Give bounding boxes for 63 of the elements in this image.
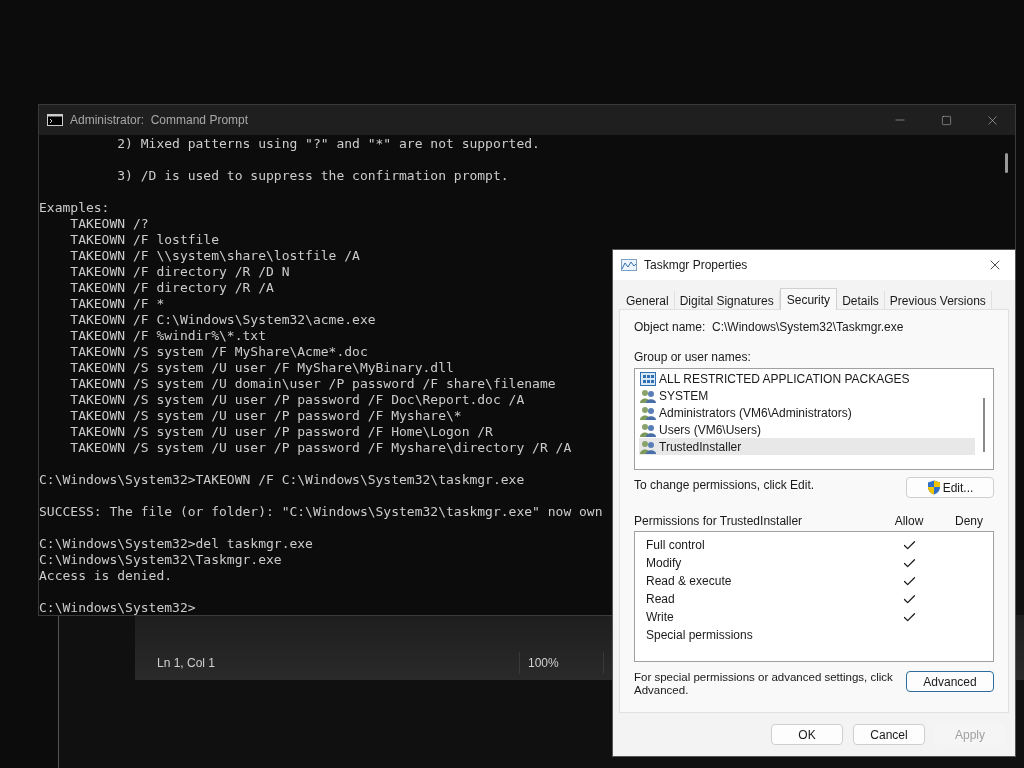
dialog-button[interactable]: OK — [771, 724, 843, 745]
dialog-title: Taskmgr Properties — [644, 257, 748, 274]
edit-button[interactable]: Edit... — [906, 477, 994, 498]
advanced-hint: For special permissions or advanced settings, click Advanced. — [634, 671, 894, 697]
console-line: TAKEOWN /S system /U domain\user /P password /F share\filename — [69, 376, 556, 392]
dialog-button[interactable]: Cancel — [853, 724, 925, 745]
user-list-item[interactable]: ALL RESTRICTED APPLICATION PACKAGES — [639, 370, 975, 387]
console-line: C:\Windows\System32>TAKEOWN /F C:\Windows\System32\taskmgr.exe — [39, 472, 525, 488]
console-line: C:\Windows\System32>del taskmgr.exe — [39, 536, 313, 552]
object-name-value: C:\Windows\System32\Taskmgr.exe — [712, 319, 904, 336]
zoom-level: 100% — [528, 655, 560, 672]
scrollbar-thumb — [1005, 153, 1008, 173]
scrollbar-thumb — [983, 398, 985, 452]
chart-icon — [621, 259, 637, 271]
console-line: TAKEOWN /S system /U user /P password /F Home\Logon /R — [69, 424, 493, 440]
console-line: C:\Windows\System32\Taskmgr.exe — [39, 552, 282, 568]
user-list-item[interactable]: Users (VM6\Users) — [639, 421, 975, 438]
permission-name: Special permissions — [646, 627, 754, 644]
console-line: C:\Windows\System32> — [39, 600, 196, 616]
permission-name: Full control — [646, 537, 706, 554]
object-name-label: Object name: — [634, 319, 707, 336]
console-line: 3) /D is used to suppress the confirmation prompt. — [116, 168, 509, 184]
console-line: TAKEOWN /F * — [69, 296, 165, 312]
console-line: TAKEOWN /? — [69, 216, 149, 232]
console-line: TAKEOWN /S system /F MyShare\Acme*.doc — [69, 344, 368, 360]
console-line: Examples: — [39, 200, 110, 216]
console-line: TAKEOWN /S system /U user /P password /F Doc\Report.doc /A — [69, 392, 525, 408]
console-line: 2) Mixed patterns using "?" and "*" are not supported. — [116, 136, 540, 152]
user-list-item[interactable]: SYSTEM — [639, 387, 975, 404]
package-icon — [640, 371, 656, 386]
shield-icon — [926, 480, 941, 495]
column-header: Deny — [954, 513, 984, 530]
console-line: Access is denied. — [39, 568, 173, 584]
permission-name: Modify — [646, 555, 683, 572]
user-list-item[interactable]: TrustedInstaller — [639, 438, 975, 455]
console-line: TAKEOWN /S system /U user /F MyShare\MyBinary.dll — [69, 360, 454, 376]
window-title: Administrator: Command Prompt — [70, 112, 249, 129]
console-line: TAKEOWN /F C:\Windows\System32\acme.exe — [69, 312, 376, 328]
tab[interactable]: Security — [779, 288, 838, 310]
console-line: TAKEOWN /S system /U user /P password /F Myshare\* — [69, 408, 462, 424]
cursor-position: Ln 1, Col 1 — [157, 655, 217, 672]
console-line: TAKEOWN /F lostfile — [69, 232, 219, 248]
permission-name: Write — [646, 609, 675, 626]
groups-label: Group or user names: — [634, 349, 751, 366]
users-icon — [640, 422, 656, 437]
column-header: Allow — [893, 513, 925, 530]
user-list-item[interactable]: Administrators (VM6\Administrators) — [639, 404, 975, 421]
console-line: SUCCESS: The file (or folder): "C:\Windows\System32\taskmgr.exe" now own — [39, 504, 603, 520]
console-line: TAKEOWN /F directory /R /D N — [69, 264, 290, 280]
maximize-icon — [940, 114, 952, 126]
console-line: TAKEOWN /F \\system\share\lostfile /A — [69, 248, 360, 264]
console-line: TAKEOWN /S system /U user /P password /F Myshare\directory /R /A — [69, 440, 572, 456]
console-line: TAKEOWN /F %windir%\*.txt — [69, 328, 266, 344]
users-icon — [640, 439, 656, 454]
permission-name: Read & execute — [646, 573, 733, 590]
permissions-label: Permissions for TrustedInstaller — [634, 513, 804, 530]
console-line: TAKEOWN /F directory /R /A — [69, 280, 274, 296]
permission-name: Read — [646, 591, 676, 608]
advanced-button[interactable]: Advanced — [906, 671, 994, 692]
change-permissions-hint: To change permissions, click Edit. — [634, 477, 815, 494]
console-icon — [47, 114, 63, 126]
users-icon — [640, 405, 656, 420]
users-icon — [640, 388, 656, 403]
